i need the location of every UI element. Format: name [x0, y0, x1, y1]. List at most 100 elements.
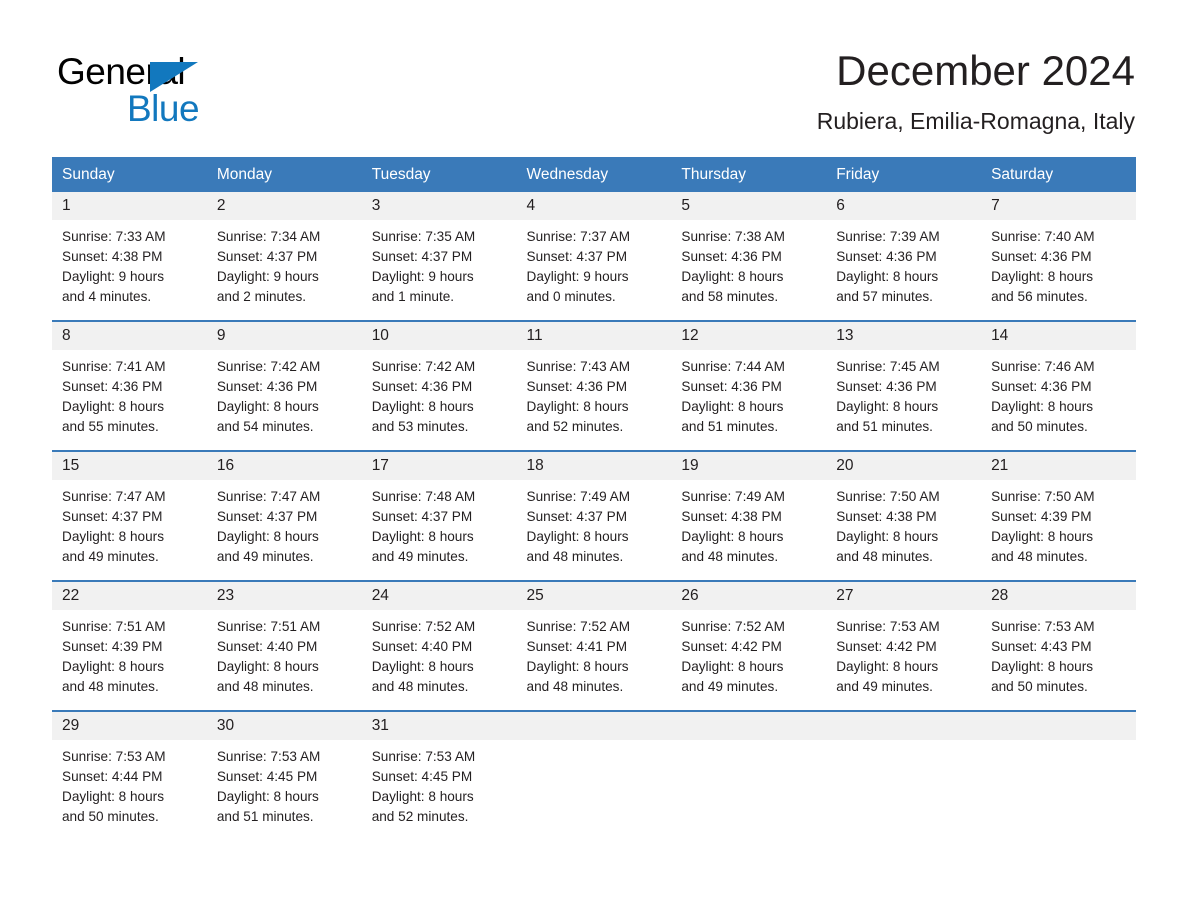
sunrise-text: Sunrise: 7:41 AM [62, 359, 166, 374]
daylight-text-line2: and 48 minutes. [371, 679, 469, 694]
sunset-text: Sunset: 4:36 PM [681, 379, 782, 394]
calendar-week-row: 1 Sunrise: 7:33 AM Sunset: 4:38 PM Dayli… [52, 192, 1136, 321]
calendar-day-cell[interactable]: 19 Sunrise: 7:49 AM Sunset: 4:38 PM Dayl… [671, 450, 827, 581]
calendar-day-cell[interactable]: 18 Sunrise: 7:49 AM Sunset: 4:37 PM Dayl… [516, 450, 672, 581]
day-details: Sunrise: 7:43 AM Sunset: 4:36 PM Dayligh… [517, 350, 672, 437]
day-number: 15 [52, 452, 207, 480]
calendar-day-cell[interactable]: 6 Sunrise: 7:39 AM Sunset: 4:36 PM Dayli… [826, 192, 982, 321]
sunset-text: Sunset: 4:37 PM [216, 249, 318, 264]
weekday-header-row: Sunday Monday Tuesday Wednesday Thursday… [52, 157, 1136, 192]
sunrise-text: Sunrise: 7:53 AM [216, 749, 321, 764]
day-number: 7 [981, 192, 1136, 220]
day-number: 11 [516, 322, 672, 350]
sunrise-text: Sunrise: 7:42 AM [371, 359, 476, 374]
daylight-text-line2: and 52 minutes. [371, 809, 469, 824]
sunset-text: Sunset: 4:36 PM [836, 379, 937, 394]
calendar-day-cell[interactable]: 2 Sunrise: 7:34 AM Sunset: 4:37 PM Dayli… [206, 192, 362, 321]
calendar-day-cell[interactable]: 28 Sunrise: 7:53 AM Sunset: 4:43 PM Dayl… [981, 580, 1136, 711]
calendar-day-cell[interactable]: 5 Sunrise: 7:38 AM Sunset: 4:36 PM Dayli… [671, 192, 827, 321]
calendar-empty-cell [516, 710, 672, 840]
calendar-day-cell[interactable]: 10 Sunrise: 7:42 AM Sunset: 4:36 PM Dayl… [361, 320, 517, 451]
sunrise-text: Sunrise: 7:43 AM [526, 359, 631, 374]
calendar-day-cell[interactable]: 26 Sunrise: 7:52 AM Sunset: 4:42 PM Dayl… [671, 580, 827, 711]
day-details: Sunrise: 7:35 AM Sunset: 4:37 PM Dayligh… [362, 220, 517, 307]
day-details: Sunrise: 7:52 AM Sunset: 4:41 PM Dayligh… [517, 610, 672, 697]
day-details: Sunrise: 7:53 AM Sunset: 4:45 PM Dayligh… [207, 740, 362, 827]
calendar-day-cell[interactable]: 27 Sunrise: 7:53 AM Sunset: 4:42 PM Dayl… [826, 580, 982, 711]
page-title: December 2024 [836, 47, 1135, 94]
day-details: Sunrise: 7:53 AM Sunset: 4:42 PM Dayligh… [826, 610, 981, 697]
calendar-day-cell[interactable]: 17 Sunrise: 7:48 AM Sunset: 4:37 PM Dayl… [361, 450, 517, 581]
day-number: 27 [826, 582, 982, 610]
calendar-day-cell[interactable]: 7 Sunrise: 7:40 AM Sunset: 4:36 PM Dayli… [981, 192, 1136, 321]
calendar-day-cell[interactable]: 20 Sunrise: 7:50 AM Sunset: 4:38 PM Dayl… [826, 450, 982, 581]
sunset-text: Sunset: 4:37 PM [62, 509, 163, 524]
calendar-day-cell[interactable]: 16 Sunrise: 7:47 AM Sunset: 4:37 PM Dayl… [206, 450, 362, 581]
calendar-day-cell[interactable]: 12 Sunrise: 7:44 AM Sunset: 4:36 PM Dayl… [671, 320, 827, 451]
sunset-text: Sunset: 4:39 PM [991, 509, 1092, 524]
weekday-header-monday: Monday [206, 157, 362, 192]
day-details: Sunrise: 7:52 AM Sunset: 4:40 PM Dayligh… [362, 610, 517, 697]
daylight-text-line1: Daylight: 8 hours [371, 659, 474, 674]
daylight-text-line2: and 49 minutes. [62, 549, 159, 564]
day-number: 25 [516, 582, 672, 610]
day-number: 9 [206, 322, 362, 350]
daylight-text-line1: Daylight: 9 hours [371, 269, 474, 284]
calendar-day-cell[interactable]: 4 Sunrise: 7:37 AM Sunset: 4:37 PM Dayli… [516, 192, 672, 321]
calendar-day-cell[interactable]: 13 Sunrise: 7:45 AM Sunset: 4:36 PM Dayl… [826, 320, 982, 451]
calendar-day-cell[interactable]: 14 Sunrise: 7:46 AM Sunset: 4:36 PM Dayl… [981, 320, 1136, 451]
calendar-day-cell[interactable]: 24 Sunrise: 7:52 AM Sunset: 4:40 PM Dayl… [361, 580, 517, 711]
day-number-empty [981, 712, 1136, 740]
calendar-day-cell[interactable]: 31 Sunrise: 7:53 AM Sunset: 4:45 PM Dayl… [361, 710, 517, 840]
calendar-day-cell[interactable]: 23 Sunrise: 7:51 AM Sunset: 4:40 PM Dayl… [206, 580, 362, 711]
sunrise-text: Sunrise: 7:47 AM [216, 489, 321, 504]
weekday-header-saturday: Saturday [981, 157, 1136, 192]
sunset-text: Sunset: 4:38 PM [836, 509, 937, 524]
sunrise-text: Sunrise: 7:50 AM [991, 489, 1095, 504]
calendar-day-cell[interactable]: 30 Sunrise: 7:53 AM Sunset: 4:45 PM Dayl… [206, 710, 362, 840]
calendar-day-cell[interactable]: 9 Sunrise: 7:42 AM Sunset: 4:36 PM Dayli… [206, 320, 362, 451]
calendar-week-row: 8 Sunrise: 7:41 AM Sunset: 4:36 PM Dayli… [52, 320, 1136, 451]
daylight-text-line1: Daylight: 8 hours [371, 789, 474, 804]
sunrise-text: Sunrise: 7:47 AM [62, 489, 166, 504]
day-number: 5 [671, 192, 827, 220]
sunrise-text: Sunrise: 7:52 AM [681, 619, 785, 634]
daylight-text-line2: and 48 minutes. [216, 679, 314, 694]
sunrise-text: Sunrise: 7:39 AM [836, 229, 940, 244]
calendar-day-cell[interactable]: 25 Sunrise: 7:52 AM Sunset: 4:41 PM Dayl… [516, 580, 672, 711]
calendar-day-cell[interactable]: 22 Sunrise: 7:51 AM Sunset: 4:39 PM Dayl… [52, 580, 207, 711]
sunset-text: Sunset: 4:36 PM [526, 379, 628, 394]
daylight-text-line2: and 51 minutes. [216, 809, 314, 824]
sunset-text: Sunset: 4:36 PM [836, 249, 937, 264]
daylight-text-line1: Daylight: 8 hours [526, 659, 629, 674]
day-details: Sunrise: 7:33 AM Sunset: 4:38 PM Dayligh… [52, 220, 207, 307]
daylight-text-line2: and 51 minutes. [681, 419, 779, 434]
calendar-day-cell[interactable]: 15 Sunrise: 7:47 AM Sunset: 4:37 PM Dayl… [52, 450, 207, 581]
calendar-week-row: 22 Sunrise: 7:51 AM Sunset: 4:39 PM Dayl… [52, 580, 1136, 711]
calendar-empty-cell [826, 710, 982, 840]
day-number: 24 [361, 582, 517, 610]
daylight-text-line1: Daylight: 8 hours [991, 399, 1094, 414]
daylight-text-line1: Daylight: 8 hours [216, 529, 319, 544]
calendar-day-cell[interactable]: 29 Sunrise: 7:53 AM Sunset: 4:44 PM Dayl… [52, 710, 207, 840]
daylight-text-line1: Daylight: 9 hours [526, 269, 629, 284]
day-number: 21 [981, 452, 1136, 480]
day-details: Sunrise: 7:46 AM Sunset: 4:36 PM Dayligh… [981, 350, 1136, 437]
day-details: Sunrise: 7:39 AM Sunset: 4:36 PM Dayligh… [826, 220, 981, 307]
daylight-text-line1: Daylight: 8 hours [371, 399, 474, 414]
day-details: Sunrise: 7:40 AM Sunset: 4:36 PM Dayligh… [981, 220, 1136, 307]
calendar-day-cell[interactable]: 3 Sunrise: 7:35 AM Sunset: 4:37 PM Dayli… [361, 192, 517, 321]
sunrise-text: Sunrise: 7:50 AM [836, 489, 940, 504]
daylight-text-line2: and 53 minutes. [371, 419, 469, 434]
calendar-day-cell[interactable]: 21 Sunrise: 7:50 AM Sunset: 4:39 PM Dayl… [981, 450, 1136, 581]
day-details: Sunrise: 7:53 AM Sunset: 4:45 PM Dayligh… [362, 740, 517, 827]
calendar-header-row: Sunday Monday Tuesday Wednesday Thursday… [52, 157, 1136, 192]
daylight-text-line1: Daylight: 8 hours [991, 529, 1094, 544]
calendar-day-cell[interactable]: 1 Sunrise: 7:33 AM Sunset: 4:38 PM Dayli… [52, 192, 207, 321]
sunset-text: Sunset: 4:36 PM [371, 379, 473, 394]
calendar-day-cell[interactable]: 8 Sunrise: 7:41 AM Sunset: 4:36 PM Dayli… [52, 320, 207, 451]
day-number: 29 [52, 712, 207, 740]
weekday-header-sunday: Sunday [52, 157, 207, 192]
calendar-day-cell[interactable]: 11 Sunrise: 7:43 AM Sunset: 4:36 PM Dayl… [516, 320, 672, 451]
sunset-text: Sunset: 4:37 PM [371, 249, 473, 264]
